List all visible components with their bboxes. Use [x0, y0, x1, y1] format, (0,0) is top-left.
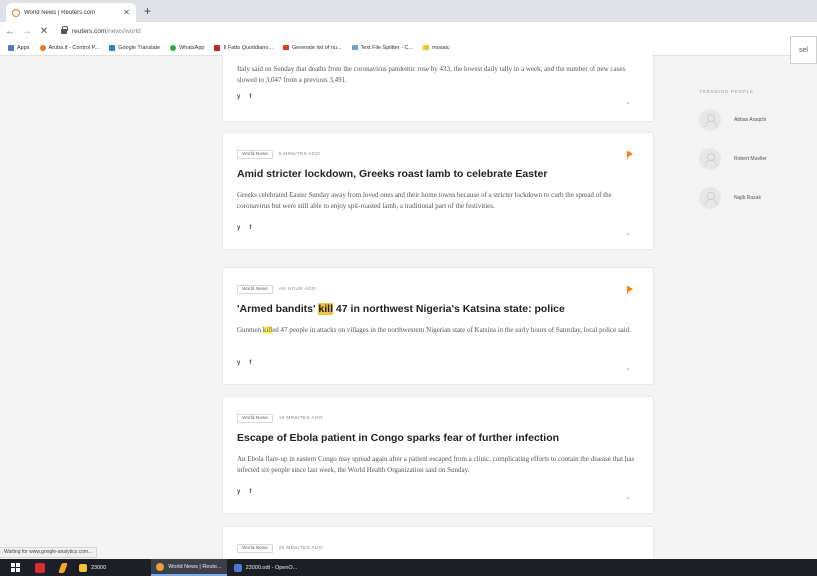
chevron-down-icon[interactable]: ⌄	[625, 364, 631, 372]
person-name: Robert Mueller	[734, 156, 767, 162]
trending-title: Trending People	[699, 89, 754, 94]
back-icon[interactable]: ←	[3, 26, 17, 37]
story-meta: World News AN HOUR AGO	[237, 285, 316, 294]
story-card[interactable]: Italy said on Sunday that deaths from th…	[222, 50, 654, 122]
facebook-icon[interactable]: f	[249, 225, 251, 231]
taskbar-app-writer[interactable]: 23000.odt - OpenO...	[229, 559, 303, 576]
facebook-icon[interactable]: f	[249, 360, 251, 366]
browser-status: Waiting for www.google-analytics.com...	[0, 547, 98, 558]
category-tag[interactable]: World News	[237, 150, 273, 159]
avatar-icon	[699, 109, 721, 131]
bookmark-google-translate[interactable]: Google Translate	[109, 44, 160, 51]
bookmark-aruba[interactable]: Aruba.it - Control P...	[39, 44, 99, 51]
flag-icon	[627, 286, 633, 294]
trending-person[interactable]: Robert Mueller	[699, 148, 767, 170]
story-card[interactable]: World News 19 MINUTES AGO Escape of Ebol…	[222, 396, 654, 514]
twitter-icon[interactable]: y	[237, 94, 240, 100]
windows-start-icon[interactable]	[11, 563, 20, 572]
whatsapp-icon	[170, 44, 177, 51]
stop-icon[interactable]: ✕	[37, 26, 51, 37]
story-card[interactable]: World News 5 MINUTES AGO Amid stricter l…	[222, 132, 654, 250]
story-summary: Greeks celebrated Easter Sunday away fro…	[237, 191, 612, 210]
address-bar: ← → ✕ reuters.com/news/world	[0, 22, 817, 40]
story-meta: World News 25 MINUTES AGO	[237, 544, 323, 553]
extension-popup[interactable]: sel	[790, 36, 817, 64]
folder-icon	[79, 563, 87, 572]
lock-icon	[61, 25, 68, 34]
chevron-down-icon[interactable]: ⌄	[625, 493, 631, 501]
apps-grid-icon	[8, 44, 14, 51]
facebook-icon[interactable]: f	[249, 489, 251, 495]
pen-app-icon[interactable]	[58, 562, 68, 573]
share-links: yf	[237, 489, 260, 495]
translate-icon	[109, 44, 116, 51]
search-highlight: kill	[318, 303, 334, 315]
close-tab-icon[interactable]: ✕	[123, 8, 130, 17]
tab-title: World News | Reuters.com	[24, 9, 96, 16]
person-name: Abbas Araqchi	[734, 117, 767, 123]
aruba-icon	[39, 44, 46, 51]
twitter-icon[interactable]: y	[237, 489, 240, 495]
story-summary: Italy said on Sunday that deaths from th…	[237, 65, 626, 84]
chrome-icon	[156, 562, 165, 571]
url-field[interactable]: reuters.com/news/world	[61, 25, 141, 35]
windows-taskbar: 23000 World News | Reute... 23000.odt - …	[0, 559, 817, 576]
trending-person[interactable]: Abbas Araqchi	[699, 109, 766, 131]
timestamp: 5 MINUTES AGO	[278, 152, 320, 157]
avatar-icon	[699, 148, 721, 170]
forward-icon[interactable]: →	[20, 26, 34, 37]
url-path: /news/world	[106, 27, 141, 35]
il-fatto-icon	[214, 44, 221, 51]
flag-icon	[627, 151, 633, 159]
share-links: yf	[237, 360, 260, 366]
story-summary: Gunmen killed 47 people in attacks on vi…	[237, 326, 631, 334]
document-icon	[233, 563, 242, 572]
story-meta: World News 19 MINUTES AGO	[237, 414, 323, 423]
timestamp: 25 MINUTES AGO	[278, 546, 323, 551]
browser-tab[interactable]: World News | Reuters.com ✕	[6, 3, 136, 22]
share-links: yf	[237, 225, 260, 231]
search-highlight: kill	[262, 326, 273, 334]
taskbar-app-folder[interactable]: 23000	[74, 559, 111, 576]
tab-strip: World News | Reuters.com ✕ +	[0, 0, 817, 22]
taskbar-app-browser[interactable]: World News | Reute...	[151, 559, 227, 576]
twitter-icon[interactable]: y	[237, 225, 240, 231]
chevron-down-icon[interactable]: ⌄	[625, 98, 631, 106]
chevron-down-icon[interactable]: ⌄	[625, 229, 631, 237]
trending-person[interactable]: Najib Razak	[699, 187, 761, 209]
category-tag[interactable]: World News	[237, 544, 273, 553]
story-headline[interactable]: Escape of Ebola patient in Congo sparks …	[237, 432, 639, 444]
story-summary: An Ebola flare-up in eastern Congo may s…	[237, 455, 635, 474]
timestamp: AN HOUR AGO	[278, 287, 316, 292]
story-headline[interactable]: 'Armed bandits' kill 47 in northwest Nig…	[237, 303, 639, 315]
story-meta: World News 5 MINUTES AGO	[237, 150, 320, 159]
bookmark-whatsapp[interactable]: WhatsApp	[170, 44, 204, 51]
avatar-icon	[699, 187, 721, 209]
bookmark-apps[interactable]: Apps	[8, 44, 30, 51]
twitter-icon[interactable]: y	[237, 360, 240, 366]
category-tag[interactable]: World News	[237, 285, 273, 294]
pdf-app-icon[interactable]	[35, 562, 45, 573]
url-host: reuters.com	[72, 27, 107, 35]
timestamp: 19 MINUTES AGO	[278, 416, 323, 421]
story-card[interactable]: World News AN HOUR AGO 'Armed bandits' k…	[222, 267, 654, 385]
story-headline[interactable]: Amid stricter lockdown, Greeks roast lam…	[237, 168, 639, 180]
facebook-icon[interactable]: f	[249, 94, 251, 100]
category-tag[interactable]: World News	[237, 414, 273, 423]
share-links: yf	[237, 94, 260, 100]
reuters-favicon-icon	[12, 8, 20, 17]
new-tab-button[interactable]: +	[144, 4, 151, 18]
person-name: Najib Razak	[734, 195, 761, 201]
